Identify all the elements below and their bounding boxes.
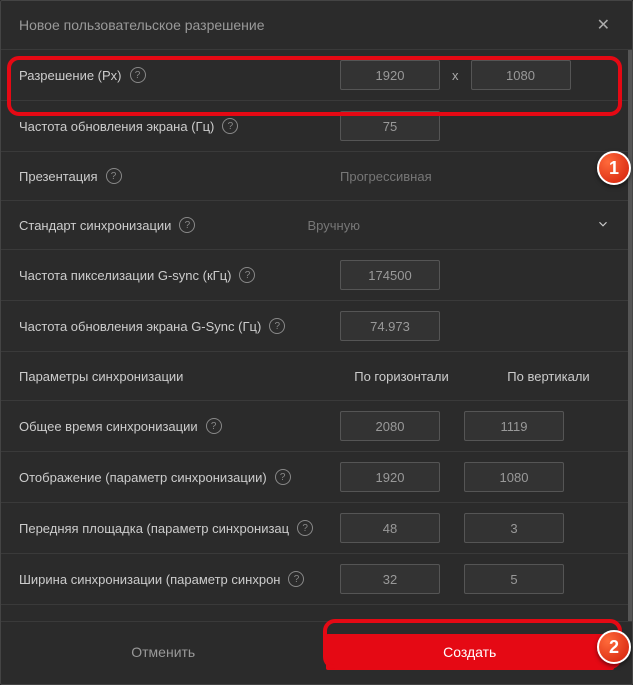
resolution-separator: x <box>452 68 459 83</box>
gsync-refresh-label: Частота обновления экрана G-Sync (Гц) <box>19 319 261 334</box>
custom-resolution-dialog: Новое пользовательское разрешение ✕ Разр… <box>0 0 633 685</box>
total-v-input[interactable] <box>464 411 564 441</box>
resolution-height-input[interactable] <box>471 60 571 90</box>
row-resolution: Разрешение (Px) ? x <box>1 50 628 101</box>
gsync-refresh-input[interactable] <box>340 311 440 341</box>
pixel-clock-label: Частота пикселизации G-sync (кГц) <box>19 268 231 283</box>
chevron-down-icon[interactable] <box>596 217 610 234</box>
help-icon[interactable]: ? <box>179 217 195 233</box>
resolution-label: Разрешение (Px) <box>19 68 122 83</box>
front-porch-label: Передняя площадка (параметр синхронизац <box>19 521 289 536</box>
row-total-sync: Общее время синхронизации ? <box>1 401 628 452</box>
sync-standard-label: Стандарт синхронизации <box>19 218 171 233</box>
front-porch-h-input[interactable] <box>340 513 440 543</box>
sync-params-label: Параметры синхронизации <box>19 369 183 384</box>
dialog-content: Разрешение (Px) ? x Частота обновления э… <box>1 50 632 621</box>
annotation-badge-1: 1 <box>597 151 631 185</box>
create-button[interactable]: Создать <box>326 634 615 670</box>
help-icon[interactable]: ? <box>239 267 255 283</box>
row-sync-width: Ширина синхронизации (параметр синхрон ? <box>1 554 628 605</box>
row-front-porch: Передняя площадка (параметр синхронизац … <box>1 503 628 554</box>
cancel-button[interactable]: Отменить <box>19 634 308 670</box>
help-icon[interactable]: ? <box>275 469 291 485</box>
row-display-sync: Отображение (параметр синхронизации) ? <box>1 452 628 503</box>
row-gsync-refresh: Частота обновления экрана G-Sync (Гц) ? <box>1 301 628 352</box>
presentation-value: Прогрессивная <box>340 169 610 184</box>
help-icon[interactable]: ? <box>130 67 146 83</box>
help-icon[interactable]: ? <box>106 168 122 184</box>
close-icon[interactable]: ✕ <box>593 13 614 37</box>
sync-width-v-input[interactable] <box>464 564 564 594</box>
resolution-width-input[interactable] <box>340 60 440 90</box>
dialog-footer: Отменить Создать <box>1 621 632 684</box>
help-icon[interactable]: ? <box>288 571 304 587</box>
front-porch-v-input[interactable] <box>464 513 564 543</box>
display-v-input[interactable] <box>464 462 564 492</box>
row-pixel-clock: Частота пикселизации G-sync (кГц) ? <box>1 250 628 301</box>
annotation-badge-2: 2 <box>597 630 631 664</box>
row-sync-params-header: Параметры синхронизации По горизонтали П… <box>1 352 628 401</box>
total-h-input[interactable] <box>340 411 440 441</box>
sync-standard-value: Вручную <box>308 218 597 233</box>
help-icon[interactable]: ? <box>297 520 313 536</box>
pixel-clock-input[interactable] <box>340 260 440 290</box>
refresh-rate-input[interactable] <box>340 111 440 141</box>
sync-width-h-input[interactable] <box>340 564 440 594</box>
sync-width-label: Ширина синхронизации (параметр синхрон <box>19 572 280 587</box>
help-icon[interactable]: ? <box>206 418 222 434</box>
row-presentation: Презентация ? Прогрессивная <box>1 152 628 201</box>
column-horizontal: По горизонтали <box>340 369 463 384</box>
row-sync-standard[interactable]: Стандарт синхронизации ? Вручную <box>1 201 628 250</box>
presentation-label: Презентация <box>19 169 98 184</box>
display-h-input[interactable] <box>340 462 440 492</box>
help-icon[interactable]: ? <box>222 118 238 134</box>
row-refresh-rate: Частота обновления экрана (Гц) ? <box>1 101 628 152</box>
column-vertical: По вертикали <box>487 369 610 384</box>
dialog-header: Новое пользовательское разрешение ✕ <box>1 1 632 50</box>
dialog-title: Новое пользовательское разрешение <box>19 17 265 33</box>
total-sync-label: Общее время синхронизации <box>19 419 198 434</box>
help-icon[interactable]: ? <box>269 318 285 334</box>
display-sync-label: Отображение (параметр синхронизации) <box>19 470 267 485</box>
refresh-label: Частота обновления экрана (Гц) <box>19 119 214 134</box>
